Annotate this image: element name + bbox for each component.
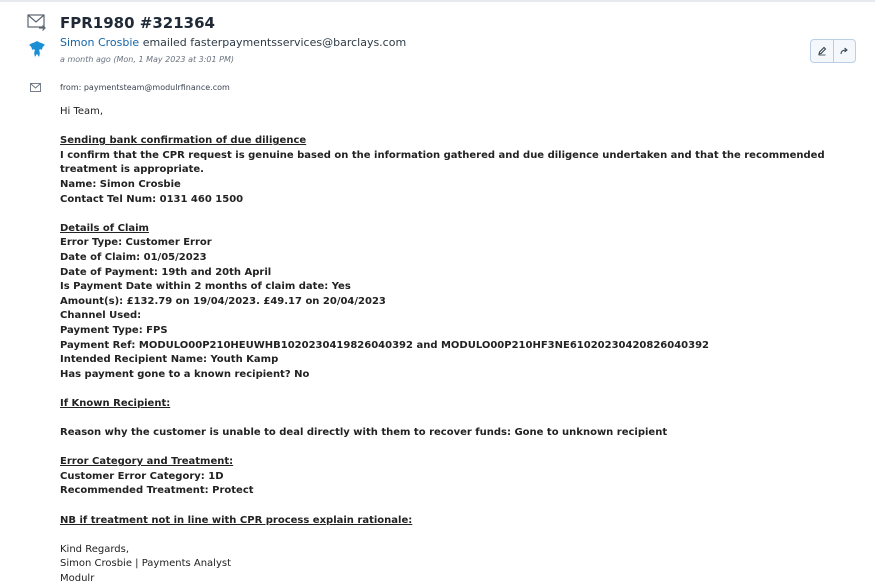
payment-ref-line: Payment Ref: MODULO00P210HEUWHB102023041… (60, 339, 709, 351)
small-mail-icon (30, 83, 41, 92)
forward-button[interactable] (832, 40, 856, 62)
reason-line: Reason why the customer is unable to dea… (60, 427, 668, 439)
channel-used-line: Channel Used: (60, 310, 142, 322)
signature-company: Modulr (60, 573, 95, 584)
top-divider (0, 0, 875, 2)
within-two-months-line: Is Payment Date within 2 months of claim… (60, 281, 351, 293)
payment-type-line: Payment Type: FPS (60, 324, 168, 336)
greeting: Hi Team, (60, 106, 104, 117)
name-line: Name: Simon Crosbie (60, 178, 181, 190)
section-heading-known-recipient: If Known Recipient: (60, 397, 171, 409)
sender-name-link[interactable]: Simon Crosbie (60, 36, 139, 49)
email-timestamp: a month ago (Mon, 1 May 2023 at 3:01 PM) (60, 55, 234, 64)
recommended-treatment-line: Recommended Treatment: Protect (60, 485, 254, 497)
section-heading-due-diligence: Sending bank confirmation of due diligen… (60, 135, 307, 147)
signoff: Kind Regards, (60, 543, 129, 555)
email-subject: FPR1980 #321364 (60, 14, 215, 32)
contact-line: Contact Tel Num: 0131 460 1500 (60, 193, 244, 205)
barclays-eagle-logo (29, 41, 45, 57)
section-heading-error-category: Error Category and Treatment: (60, 456, 234, 468)
action-button-group (810, 39, 856, 63)
section-heading-nb: NB if treatment not in line with CPR pro… (60, 514, 413, 526)
amounts-line: Amount(s): £132.79 on 19/04/2023. £49.17… (60, 295, 386, 307)
confirmation-text: I confirm that the CPR request is genuin… (60, 149, 825, 176)
customer-error-category-line: Customer Error Category: 1D (60, 470, 224, 482)
sender-line: Simon Crosbie emailed fasterpaymentsserv… (60, 36, 406, 49)
recipient-address: fasterpaymentsservices@barclays.com (190, 36, 407, 49)
forward-arrow-icon (840, 47, 849, 55)
known-recipient-line: Has payment gone to a known recipient? N… (60, 368, 310, 380)
email-body: Hi Team, Sending bank confirmation of du… (60, 105, 860, 587)
sender-action-text: emailed (142, 36, 187, 49)
date-of-claim-line: Date of Claim: 01/05/2023 (60, 251, 207, 263)
mail-icon (27, 14, 46, 31)
error-type-line: Error Type: Customer Error (60, 237, 212, 249)
date-of-payment-line: Date of Payment: 19th and 20th April (60, 266, 272, 278)
from-line: from: paymentsteam@modulrfinance.com (60, 83, 230, 92)
signature-name: Simon Crosbie | Payments Analyst (60, 558, 232, 570)
section-heading-details: Details of Claim (60, 222, 149, 234)
intended-recipient-line: Intended Recipient Name: Youth Kamp (60, 354, 279, 366)
edit-button[interactable] (811, 40, 833, 62)
pencil-icon (818, 46, 826, 56)
